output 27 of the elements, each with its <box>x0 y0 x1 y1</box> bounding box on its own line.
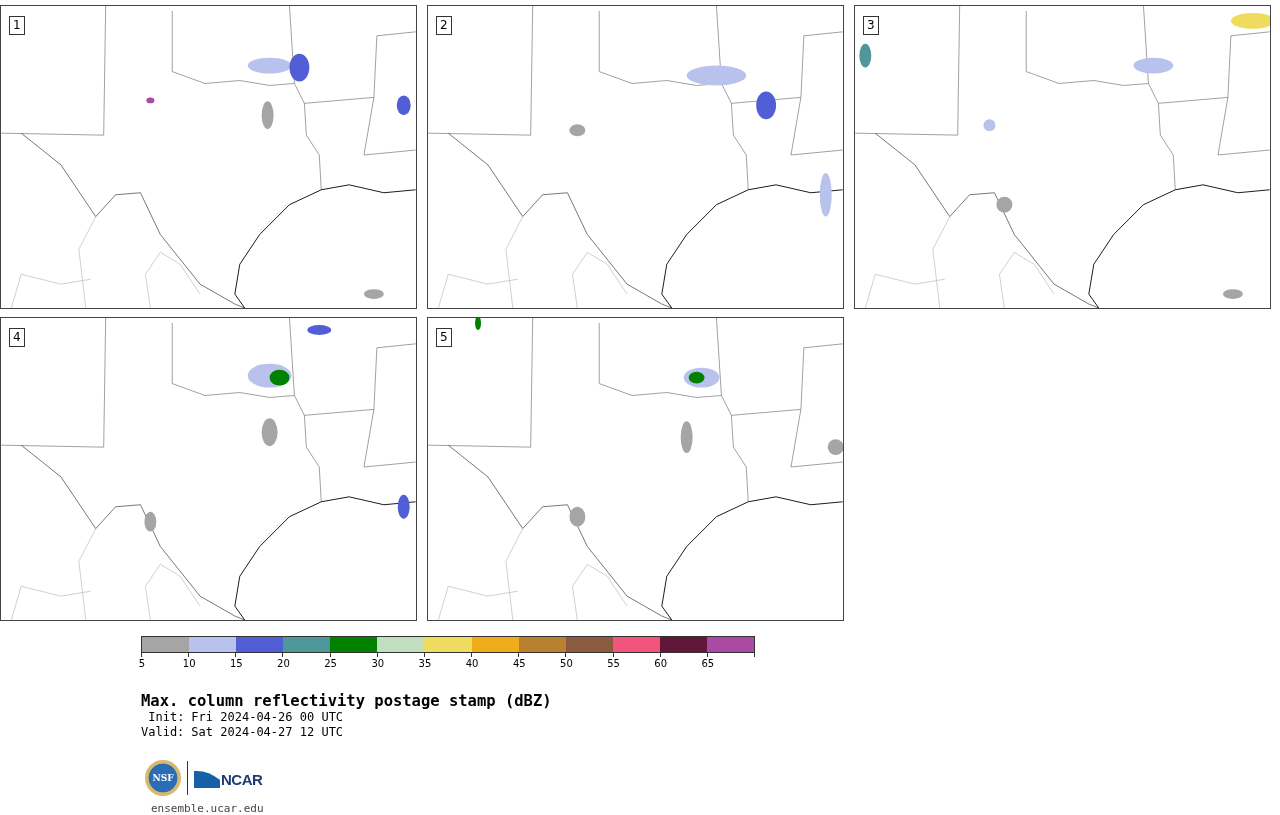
tick-label: 40 <box>465 658 479 669</box>
info-value: Sat 2024-04-27 12 UTC <box>191 725 344 740</box>
ncar-logo: NCAR <box>194 768 263 788</box>
panel-number: 5 <box>436 328 452 347</box>
tick-label: 10 <box>182 658 196 669</box>
website-url: ensemble.ucar.edu <box>150 802 265 815</box>
tick-label: 65 <box>701 658 715 669</box>
info-value: Fri 2024-04-26 00 UTC <box>191 710 344 725</box>
tick-label: 45 <box>512 658 526 669</box>
tick-label: 30 <box>371 658 385 669</box>
tick-label: 25 <box>324 658 337 669</box>
tick-label: 60 <box>654 658 668 669</box>
panel-number: 4 <box>9 328 25 347</box>
tick-label: 55 <box>607 658 620 669</box>
panel-number: 2 <box>436 16 452 35</box>
nsf-logo: NSF <box>145 760 181 796</box>
panel-number: 1 <box>9 16 25 35</box>
info-label: Valid: <box>141 725 185 740</box>
plot-title: Max. column reflectivity postage stamp (dBZ) <box>141 692 552 710</box>
swoosh-icon <box>194 768 220 788</box>
tick-label: 50 <box>560 658 573 669</box>
panel-number: 3 <box>863 16 879 35</box>
tick-label: 15 <box>229 658 243 669</box>
tick-label: 20 <box>277 658 290 669</box>
tick-label: 5 <box>138 658 146 669</box>
tick-label: 35 <box>418 658 432 669</box>
info-label: Init: <box>148 710 185 725</box>
